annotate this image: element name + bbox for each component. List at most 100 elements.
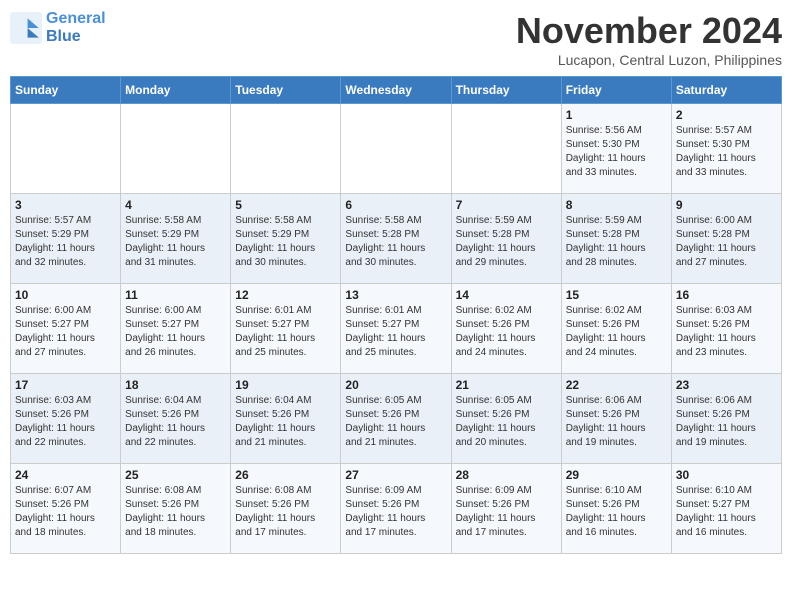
day-number: 21 bbox=[456, 378, 557, 392]
day-info: Sunrise: 5:58 AMSunset: 5:29 PMDaylight:… bbox=[235, 214, 336, 270]
day-info: Sunrise: 6:00 AMSunset: 5:27 PMDaylight:… bbox=[125, 304, 226, 360]
calendar-cell: 9 Sunrise: 6:00 AMSunset: 5:28 PMDaylight… bbox=[671, 194, 781, 284]
calendar-cell: 28 Sunrise: 6:09 AMSunset: 5:26 PMDayligh… bbox=[451, 464, 561, 554]
day-info: Sunrise: 6:00 AMSunset: 5:27 PMDaylight:… bbox=[15, 304, 116, 360]
weekday-header: Friday bbox=[561, 77, 671, 104]
weekday-header-row: SundayMondayTuesdayWednesdayThursdayFrid… bbox=[11, 77, 782, 104]
day-number: 5 bbox=[235, 198, 336, 212]
day-info: Sunrise: 6:04 AMSunset: 5:26 PMDaylight:… bbox=[125, 394, 226, 450]
logo-text: General Blue bbox=[46, 10, 106, 45]
day-number: 27 bbox=[345, 468, 446, 482]
day-info: Sunrise: 6:06 AMSunset: 5:26 PMDaylight:… bbox=[566, 394, 667, 450]
day-info: Sunrise: 6:05 AMSunset: 5:26 PMDaylight:… bbox=[456, 394, 557, 450]
calendar-week-row: 3 Sunrise: 5:57 AMSunset: 5:29 PMDaylight… bbox=[11, 194, 782, 284]
day-info: Sunrise: 6:09 AMSunset: 5:26 PMDaylight:… bbox=[456, 484, 557, 540]
day-info: Sunrise: 6:03 AMSunset: 5:26 PMDaylight:… bbox=[15, 394, 116, 450]
day-number: 7 bbox=[456, 198, 557, 212]
calendar-cell: 6Sunrise: 5:58 AMSunset: 5:28 PMDaylight… bbox=[341, 194, 451, 284]
day-number: 26 bbox=[235, 468, 336, 482]
calendar-cell: 14Sunrise: 6:02 AMSunset: 5:26 PMDayligh… bbox=[451, 284, 561, 374]
day-number: 22 bbox=[566, 378, 667, 392]
calendar-cell: 11Sunrise: 6:00 AMSunset: 5:27 PMDayligh… bbox=[121, 284, 231, 374]
calendar-cell: 20 Sunrise: 6:05 AMSunset: 5:26 PMDayligh… bbox=[341, 374, 451, 464]
weekday-header: Thursday bbox=[451, 77, 561, 104]
calendar-week-row: 24 Sunrise: 6:07 AMSunset: 5:26 PMDayligh… bbox=[11, 464, 782, 554]
weekday-header: Monday bbox=[121, 77, 231, 104]
day-info: Sunrise: 6:01 AMSunset: 5:27 PMDaylight:… bbox=[235, 304, 336, 360]
day-number: 29 bbox=[566, 468, 667, 482]
day-number: 24 bbox=[15, 468, 116, 482]
day-info: Sunrise: 6:02 AMSunset: 5:26 PMDaylight:… bbox=[456, 304, 557, 360]
day-info: Sunrise: 6:05 AMSunset: 5:26 PMDaylight:… bbox=[345, 394, 446, 450]
calendar-cell: 22 Sunrise: 6:06 AMSunset: 5:26 PMDayligh… bbox=[561, 374, 671, 464]
month-title: November 2024 bbox=[516, 10, 782, 52]
logo: General Blue bbox=[10, 10, 106, 45]
calendar-week-row: 17 Sunrise: 6:03 AMSunset: 5:26 PMDayligh… bbox=[11, 374, 782, 464]
day-info: Sunrise: 5:58 AMSunset: 5:28 PMDaylight:… bbox=[345, 214, 446, 270]
day-number: 30 bbox=[676, 468, 777, 482]
calendar-cell: 16Sunrise: 6:03 AMSunset: 5:26 PMDayligh… bbox=[671, 284, 781, 374]
calendar-cell: 18 Sunrise: 6:04 AMSunset: 5:26 PMDayligh… bbox=[121, 374, 231, 464]
day-info: Sunrise: 5:57 AMSunset: 5:30 PMDaylight:… bbox=[676, 124, 777, 180]
calendar-cell: 25Sunrise: 6:08 AMSunset: 5:26 PMDayligh… bbox=[121, 464, 231, 554]
day-info: Sunrise: 6:08 AMSunset: 5:26 PMDaylight:… bbox=[125, 484, 226, 540]
page-header: General Blue November 2024 Lucapon, Cent… bbox=[10, 10, 782, 68]
day-number: 1 bbox=[566, 108, 667, 122]
calendar-cell bbox=[451, 104, 561, 194]
calendar-cell: 15Sunrise: 6:02 AMSunset: 5:26 PMDayligh… bbox=[561, 284, 671, 374]
calendar-cell: 4 Sunrise: 5:58 AMSunset: 5:29 PMDaylight… bbox=[121, 194, 231, 284]
calendar-cell: 29 Sunrise: 6:10 AMSunset: 5:26 PMDayligh… bbox=[561, 464, 671, 554]
calendar-cell: 10 Sunrise: 6:00 AMSunset: 5:27 PMDayligh… bbox=[11, 284, 121, 374]
day-number: 4 bbox=[125, 198, 226, 212]
day-info: Sunrise: 6:08 AMSunset: 5:26 PMDaylight:… bbox=[235, 484, 336, 540]
day-number: 9 bbox=[676, 198, 777, 212]
calendar-cell: 5 Sunrise: 5:58 AMSunset: 5:29 PMDaylight… bbox=[231, 194, 341, 284]
location: Lucapon, Central Luzon, Philippines bbox=[516, 52, 782, 68]
day-info: Sunrise: 5:57 AMSunset: 5:29 PMDaylight:… bbox=[15, 214, 116, 270]
title-block: November 2024 Lucapon, Central Luzon, Ph… bbox=[516, 10, 782, 68]
day-number: 12 bbox=[235, 288, 336, 302]
calendar-cell bbox=[341, 104, 451, 194]
weekday-header: Sunday bbox=[11, 77, 121, 104]
calendar-cell: 17 Sunrise: 6:03 AMSunset: 5:26 PMDayligh… bbox=[11, 374, 121, 464]
day-info: Sunrise: 6:09 AMSunset: 5:26 PMDaylight:… bbox=[345, 484, 446, 540]
day-number: 17 bbox=[15, 378, 116, 392]
calendar-cell: 12 Sunrise: 6:01 AMSunset: 5:27 PMDayligh… bbox=[231, 284, 341, 374]
calendar-cell: 2 Sunrise: 5:57 AMSunset: 5:30 PMDaylight… bbox=[671, 104, 781, 194]
day-info: Sunrise: 6:01 AMSunset: 5:27 PMDaylight:… bbox=[345, 304, 446, 360]
day-number: 8 bbox=[566, 198, 667, 212]
day-info: Sunrise: 6:00 AMSunset: 5:28 PMDaylight:… bbox=[676, 214, 777, 270]
day-number: 19 bbox=[235, 378, 336, 392]
day-info: Sunrise: 5:59 AMSunset: 5:28 PMDaylight:… bbox=[566, 214, 667, 270]
day-info: Sunrise: 6:10 AMSunset: 5:26 PMDaylight:… bbox=[566, 484, 667, 540]
day-info: Sunrise: 6:07 AMSunset: 5:26 PMDaylight:… bbox=[15, 484, 116, 540]
calendar-cell: 7 Sunrise: 5:59 AMSunset: 5:28 PMDaylight… bbox=[451, 194, 561, 284]
day-number: 20 bbox=[345, 378, 446, 392]
calendar-cell: 24 Sunrise: 6:07 AMSunset: 5:26 PMDayligh… bbox=[11, 464, 121, 554]
day-info: Sunrise: 6:03 AMSunset: 5:26 PMDaylight:… bbox=[676, 304, 777, 360]
weekday-header: Saturday bbox=[671, 77, 781, 104]
weekday-header: Tuesday bbox=[231, 77, 341, 104]
day-number: 3 bbox=[15, 198, 116, 212]
day-number: 15 bbox=[566, 288, 667, 302]
day-number: 2 bbox=[676, 108, 777, 122]
day-number: 28 bbox=[456, 468, 557, 482]
calendar-week-row: 10 Sunrise: 6:00 AMSunset: 5:27 PMDayligh… bbox=[11, 284, 782, 374]
calendar-cell: 3 Sunrise: 5:57 AMSunset: 5:29 PMDaylight… bbox=[11, 194, 121, 284]
calendar-cell: 23Sunrise: 6:06 AMSunset: 5:26 PMDayligh… bbox=[671, 374, 781, 464]
calendar-cell bbox=[11, 104, 121, 194]
day-number: 18 bbox=[125, 378, 226, 392]
day-info: Sunrise: 6:04 AMSunset: 5:26 PMDaylight:… bbox=[235, 394, 336, 450]
day-number: 10 bbox=[15, 288, 116, 302]
day-info: Sunrise: 5:56 AMSunset: 5:30 PMDaylight:… bbox=[566, 124, 667, 180]
day-info: Sunrise: 5:59 AMSunset: 5:28 PMDaylight:… bbox=[456, 214, 557, 270]
weekday-header: Wednesday bbox=[341, 77, 451, 104]
day-info: Sunrise: 5:58 AMSunset: 5:29 PMDaylight:… bbox=[125, 214, 226, 270]
calendar-cell: 26 Sunrise: 6:08 AMSunset: 5:26 PMDayligh… bbox=[231, 464, 341, 554]
logo-icon bbox=[10, 12, 42, 44]
calendar-cell: 13Sunrise: 6:01 AMSunset: 5:27 PMDayligh… bbox=[341, 284, 451, 374]
calendar-week-row: 1 Sunrise: 5:56 AMSunset: 5:30 PMDaylight… bbox=[11, 104, 782, 194]
day-info: Sunrise: 6:06 AMSunset: 5:26 PMDaylight:… bbox=[676, 394, 777, 450]
calendar-table: SundayMondayTuesdayWednesdayThursdayFrid… bbox=[10, 76, 782, 554]
calendar-cell bbox=[231, 104, 341, 194]
